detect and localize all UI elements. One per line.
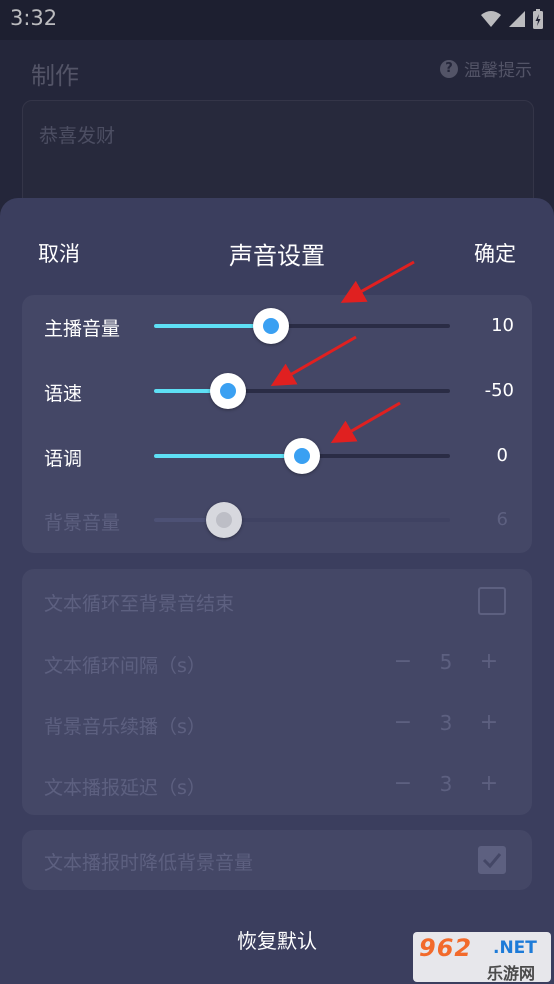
slider-thumb[interactable] — [284, 438, 320, 474]
pitch-slider[interactable] — [154, 438, 450, 474]
bgm-volume-label: 背景音量 — [44, 512, 121, 534]
loop-interval-stepper[interactable]: − 5 + — [390, 649, 502, 674]
duck-bgm-label: 文本播报时降低背景音量 — [44, 852, 254, 874]
anchor-volume-value: 10 — [491, 315, 514, 336]
stepper-value: 3 — [439, 710, 453, 735]
bgm-continue-stepper[interactable]: − 3 + — [390, 710, 502, 735]
site-watermark: 962 .NET 乐游网 — [413, 932, 551, 983]
watermark-site-name: 乐游网 — [487, 964, 536, 983]
duck-bgm-checkbox[interactable] — [478, 846, 506, 874]
loop-to-end-checkbox[interactable] — [478, 587, 506, 615]
speech-rate-slider[interactable] — [154, 373, 450, 409]
slider-thumb[interactable] — [210, 373, 246, 409]
check-icon — [482, 853, 502, 869]
slider-fill — [154, 454, 302, 458]
broadcast-delay-stepper[interactable]: − 3 + — [390, 771, 502, 796]
decrement-button[interactable]: − — [390, 771, 416, 796]
loop-interval-label: 文本循环间隔（s） — [44, 655, 206, 677]
bgm-continue-label: 背景音乐续播（s） — [44, 716, 206, 738]
speech-rate-label: 语速 — [44, 383, 83, 405]
broadcast-delay-label: 文本播报延迟（s） — [44, 777, 206, 799]
confirm-button[interactable]: 确定 — [474, 238, 516, 268]
slider-thumb-dot — [262, 318, 279, 334]
loop-to-end-label: 文本循环至背景音结束 — [44, 593, 235, 615]
pitch-value: 0 — [496, 445, 508, 466]
bgm-volume-slider — [154, 502, 450, 538]
sheet-header: 取消 声音设置 确定 — [0, 198, 554, 288]
slider-thumb[interactable] — [252, 308, 289, 344]
anchor-volume-slider[interactable] — [154, 308, 450, 344]
speech-rate-value: -50 — [484, 380, 514, 401]
duck-bgm-card: 文本播报时降低背景音量 — [22, 830, 532, 890]
increment-button[interactable]: + — [476, 710, 502, 735]
slider-thumb — [206, 502, 243, 538]
decrement-button[interactable]: − — [390, 710, 416, 735]
watermark-brand: 962 — [419, 934, 473, 962]
sliders-card: 主播音量 10 语速 -50 语调 0 背景音量 6 — [22, 295, 532, 553]
slider-thumb-dot — [216, 512, 233, 528]
increment-button[interactable]: + — [476, 771, 502, 796]
slider-thumb-dot — [220, 383, 236, 399]
sheet-title: 声音设置 — [229, 242, 325, 270]
bgm-volume-value: 6 — [496, 509, 508, 530]
pitch-label: 语调 — [44, 448, 83, 470]
watermark-domain: .NET — [493, 938, 537, 958]
stepper-value: 5 — [439, 649, 453, 674]
stepper-value: 3 — [439, 771, 453, 796]
increment-button[interactable]: + — [476, 649, 502, 674]
slider-thumb-dot — [294, 448, 310, 464]
anchor-volume-label: 主播音量 — [44, 318, 121, 340]
loop-options-card: 文本循环至背景音结束 文本循环间隔（s） − 5 + 背景音乐续播（s） − 3… — [22, 569, 532, 815]
decrement-button[interactable]: − — [390, 649, 416, 674]
sound-settings-sheet: 取消 声音设置 确定 主播音量 10 语速 -50 语调 0 背景音量 6 文本… — [0, 198, 554, 984]
